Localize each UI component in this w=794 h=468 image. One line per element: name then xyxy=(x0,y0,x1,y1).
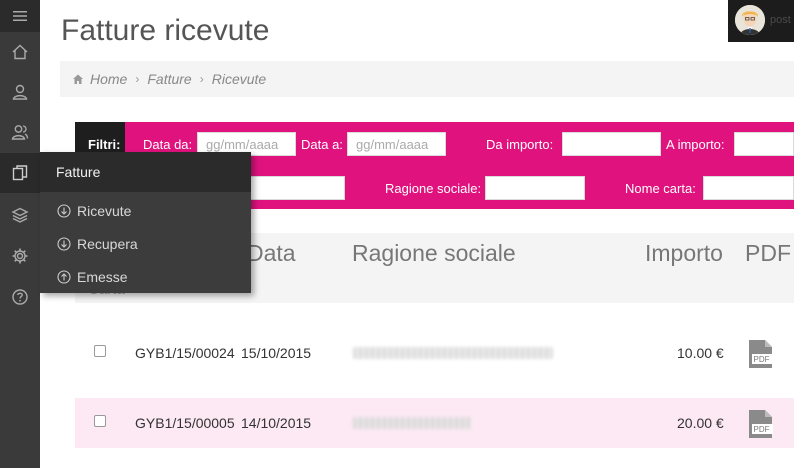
da-importo-input[interactable] xyxy=(562,132,661,156)
nome-carta-label: Nome carta: xyxy=(625,181,696,196)
a-importo-label: A importo: xyxy=(666,137,725,152)
row-importo: 20.00 € xyxy=(677,415,724,431)
page-title: Fatture ricevute xyxy=(61,14,270,47)
user-icon[interactable] xyxy=(0,72,40,112)
pdf-icon[interactable]: PDF xyxy=(746,339,776,369)
help-icon[interactable] xyxy=(0,277,40,317)
arrow-up-circle-icon xyxy=(57,269,71,284)
row-checkbox[interactable] xyxy=(94,345,106,357)
arrow-down-circle-icon xyxy=(57,203,71,218)
breadcrumb-home[interactable]: Home xyxy=(90,71,127,87)
data-da-label: Data da: xyxy=(143,137,193,152)
a-importo-input[interactable] xyxy=(734,132,794,156)
breadcrumb: Home › Fatture › Ricevute xyxy=(60,61,794,97)
home-icon xyxy=(73,74,83,84)
avatar xyxy=(735,5,765,35)
header-ragione-sociale[interactable]: Ragione sociale xyxy=(352,240,516,267)
nome-carta-input[interactable] xyxy=(703,176,794,200)
user-menu[interactable]: post xyxy=(728,0,794,42)
pdf-icon[interactable]: PDF xyxy=(746,409,776,439)
sidebar xyxy=(0,0,40,468)
svg-text:PDF: PDF xyxy=(754,425,770,434)
user-name: post xyxy=(770,14,791,26)
users-icon[interactable] xyxy=(0,112,40,152)
menu-item-label: Ricevute xyxy=(77,202,132,219)
flyout-title[interactable]: Fatture xyxy=(40,152,251,192)
row-numero: GYB1/15/00005 xyxy=(135,415,235,431)
layers-icon[interactable] xyxy=(0,195,40,235)
data-a-input[interactable] xyxy=(347,132,446,156)
header-importo[interactable]: Importo xyxy=(645,240,723,267)
menu-item-ricevute[interactable]: Ricevute xyxy=(40,194,251,227)
row-data: 15/10/2015 xyxy=(241,345,312,361)
ragione-sociale-label: Ragione sociale: xyxy=(385,181,482,196)
gear-icon[interactable] xyxy=(0,236,40,276)
numero-input[interactable] xyxy=(249,176,345,200)
da-importo-label: Da importo: xyxy=(486,137,554,152)
row-checkbox[interactable] xyxy=(94,415,106,427)
row-numero: GYB1/15/00024 xyxy=(135,345,235,361)
table-row: GYB1/15/00005 14/10/2015 20.00 € PDF xyxy=(75,398,794,448)
chevron-right-icon: › xyxy=(135,72,140,86)
chevron-right-icon: › xyxy=(199,72,204,86)
table-row: GYB1/15/00024 15/10/2015 10.00 € PDF xyxy=(75,328,794,378)
row-data: 14/10/2015 xyxy=(241,415,312,431)
fatture-flyout-menu: Fatture Ricevute Recupera Emesse xyxy=(40,152,251,293)
menu-item-label: Emesse xyxy=(77,268,128,285)
svg-text:PDF: PDF xyxy=(754,355,770,364)
data-a-label: Data a: xyxy=(301,137,343,152)
home-icon[interactable] xyxy=(0,32,40,72)
menu-item-recupera[interactable]: Recupera xyxy=(40,227,251,260)
row-ragione-sociale-redacted xyxy=(353,417,471,429)
menu-icon[interactable] xyxy=(0,0,40,32)
menu-item-emesse[interactable]: Emesse xyxy=(40,260,251,293)
header-data[interactable]: Data xyxy=(247,240,296,267)
row-ragione-sociale-redacted xyxy=(353,347,553,359)
header-pdf: PDF xyxy=(745,240,791,266)
breadcrumb-fatture[interactable]: Fatture xyxy=(147,71,191,87)
row-importo: 10.00 € xyxy=(677,345,724,361)
breadcrumb-ricevute: Ricevute xyxy=(211,71,267,87)
documents-icon[interactable] xyxy=(0,153,40,193)
arrow-down-circle-icon xyxy=(57,236,71,251)
ragione-sociale-input[interactable] xyxy=(485,176,585,200)
menu-item-label: Recupera xyxy=(77,235,138,252)
